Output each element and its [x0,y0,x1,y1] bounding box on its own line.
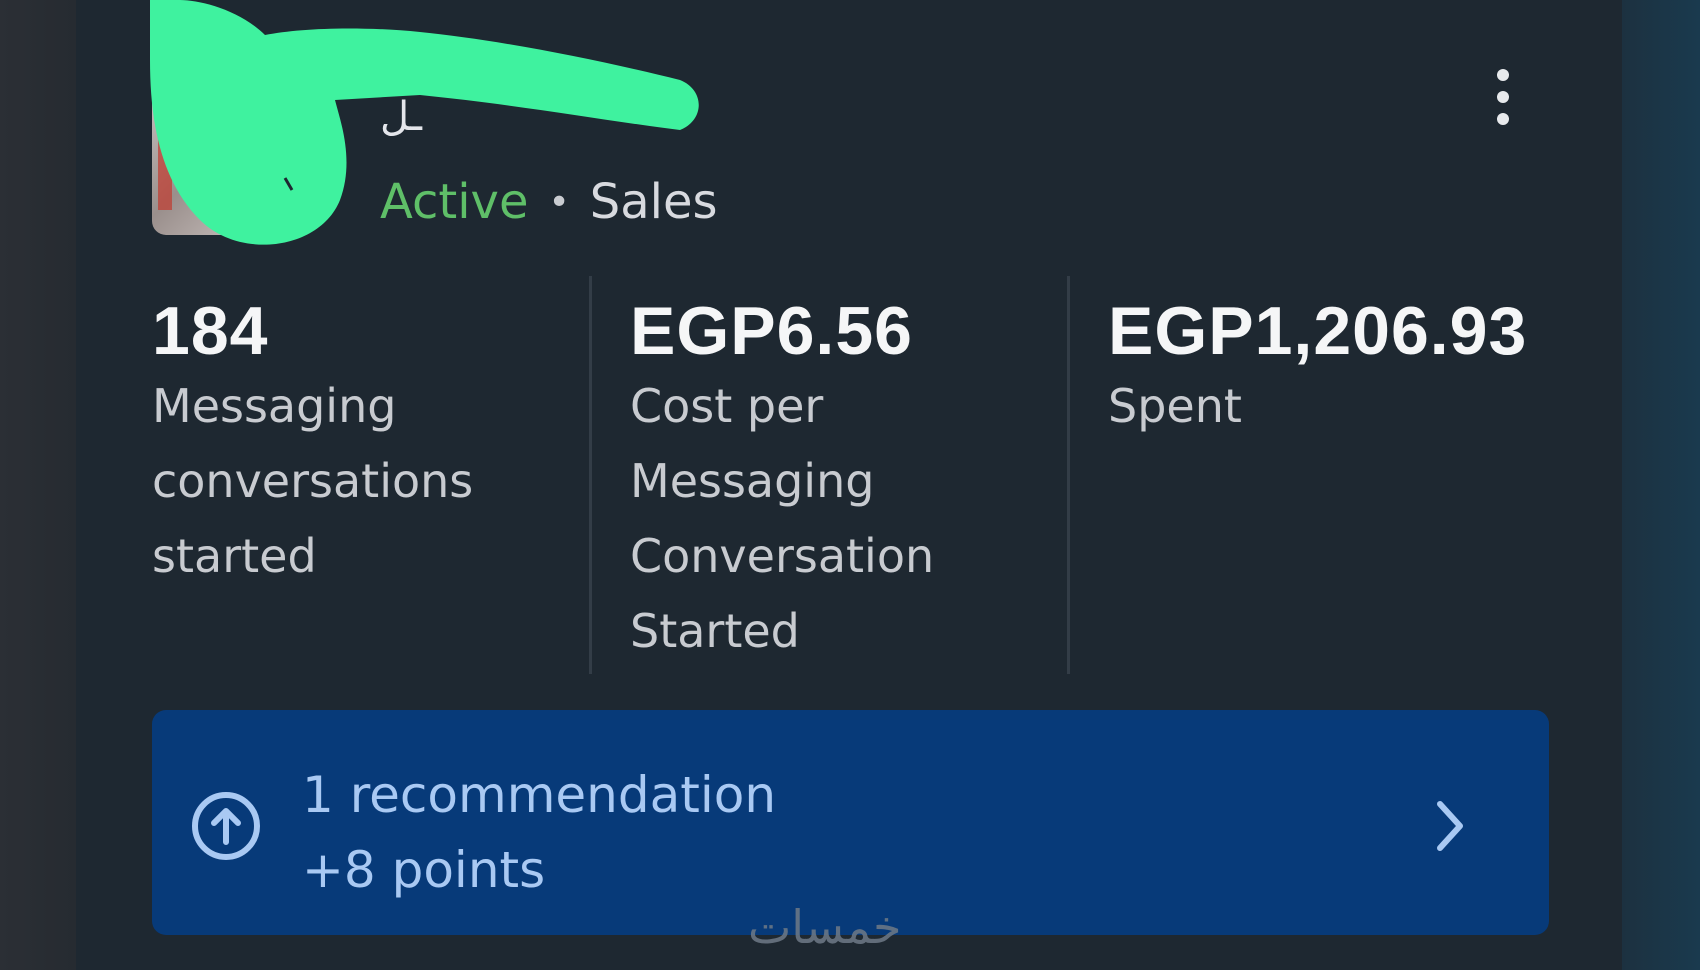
metric-cost-per-conversation[interactable]: EGP6.56 Cost per Messaging Conversation … [630,285,1060,669]
arrow-up-circle-icon [192,792,260,860]
recommendation-points: +8 points [302,841,546,899]
metric-value: EGP1,206.93 [1108,293,1528,369]
metric-conversations[interactable]: 184 Messaging conversations started [152,285,572,594]
status-active-label: Active [380,174,529,230]
recommendation-count: 1 recommendation [302,766,777,824]
background-right-edge [1622,0,1700,970]
metric-label: Cost per Messaging Conversation Started [630,379,935,658]
more-vertical-icon [1497,69,1509,81]
metric-divider [1067,276,1070,674]
watermark-logo: خمسات [748,900,902,954]
metric-spent[interactable]: EGP1,206.93 Spent [1108,285,1558,444]
metric-value: 184 [152,293,269,369]
metric-divider [589,276,592,674]
metric-label: Spent [1108,379,1242,433]
campaign-name[interactable]: ـل [380,94,422,140]
campaign-thumbnail[interactable] [152,80,302,235]
background-left-edge [0,0,76,970]
campaign-status-line: Active • Sales [380,172,717,232]
campaign-objective-label: Sales [589,174,718,230]
metric-value: EGP6.56 [630,293,913,369]
more-options-button[interactable] [1478,62,1528,132]
metric-label: Messaging conversations started [152,379,474,583]
chevron-right-icon [1437,801,1463,851]
separator-dot-icon: • [548,181,570,223]
